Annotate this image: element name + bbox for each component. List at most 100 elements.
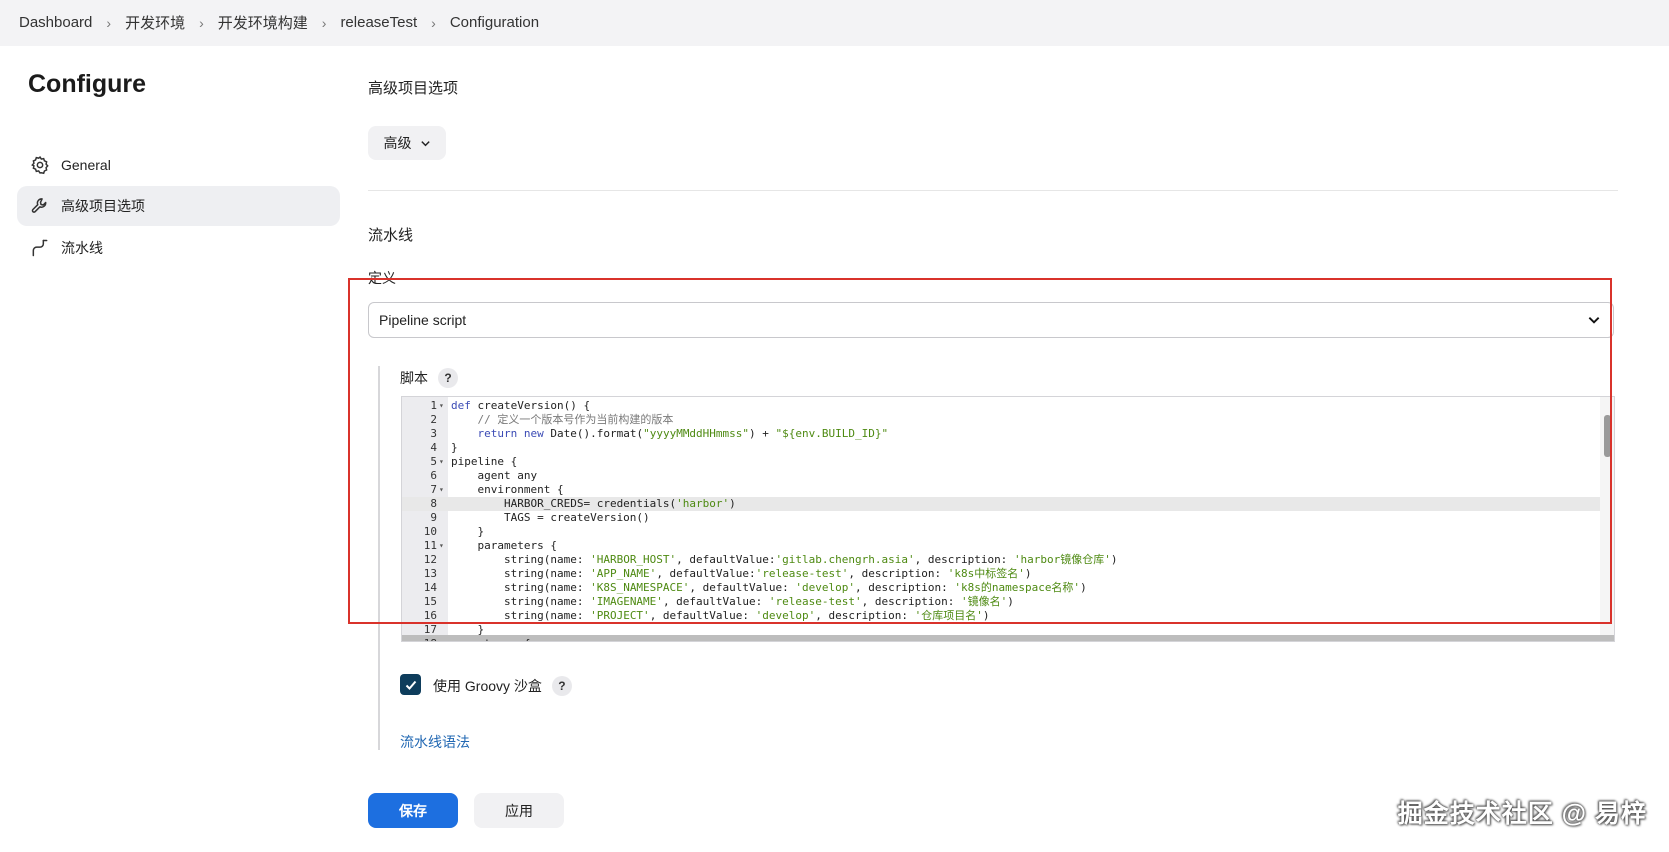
fold-toggle-icon[interactable]: ▾ <box>439 483 444 497</box>
line-number: 11 <box>423 539 437 552</box>
code-line[interactable]: 7 ▾ environment { <box>402 483 1600 497</box>
code-token: 'harbor镜像仓库' <box>1013 553 1111 566</box>
code-token: , defaultValue: <box>676 553 776 566</box>
code-token: 'harbor' <box>676 497 730 510</box>
code-line[interactable]: 6 agent any <box>402 469 1600 483</box>
section-indent-line <box>378 366 380 750</box>
section-divider <box>368 190 1618 191</box>
code-token: 'k8s中标签名' <box>947 567 1025 580</box>
code-token: 'k8s的namespace名称' <box>954 581 1081 594</box>
code-text: HARBOR_CREDS= credentials('harbor') <box>451 497 736 511</box>
code-token: string(name: <box>451 567 591 580</box>
script-editor[interactable]: 1 ▾ def createVersion() {2 // 定义一个版本号作为当前构… <box>401 396 1615 642</box>
code-token: 'HARBOR_HOST' <box>590 553 677 566</box>
help-icon[interactable]: ? <box>551 676 572 696</box>
code-token: TAGS = createVersion() <box>451 511 650 524</box>
line-number: 9 <box>430 511 437 524</box>
fold-toggle-icon[interactable]: ▾ <box>439 455 444 469</box>
breadcrumb: Dashboard › 开发环境 › 开发环境构建 › releaseTest … <box>19 12 539 33</box>
code-token: parameters { <box>451 539 557 552</box>
code-line[interactable]: 1 ▾ def createVersion() { <box>402 399 1600 413</box>
code-line[interactable]: 9 TAGS = createVersion() <box>402 511 1600 525</box>
code-token: environment { <box>451 483 564 496</box>
code-token: , description: <box>815 609 915 622</box>
pipeline-syntax-link[interactable]: 流水线语法 <box>400 732 470 752</box>
code-token: HARBOR_CREDS= credentials( <box>451 497 677 510</box>
sidebar-item-pipeline[interactable]: 流水线 <box>17 228 340 268</box>
script-label-row: 脚本 ? <box>400 368 458 388</box>
code-text: string(name: 'HARBOR_HOST', defaultValue… <box>451 553 1118 567</box>
code-token: 'develop' <box>795 581 855 594</box>
definition-select[interactable]: Pipeline script <box>368 302 1614 338</box>
code-line[interactable]: 17 } <box>402 623 1600 637</box>
code-line[interactable]: 18▾ stages { <box>402 637 1600 641</box>
code-token: , description: <box>855 581 955 594</box>
code-token: , defaultValue: <box>689 581 796 594</box>
code-token: , description: <box>861 595 961 608</box>
code-token: 'PROJECT' <box>590 609 650 622</box>
breadcrumb-dev-env[interactable]: 开发环境 <box>125 12 185 33</box>
chevron-down-icon <box>1587 313 1601 330</box>
breadcrumb-configuration[interactable]: Configuration <box>450 14 539 31</box>
code-line[interactable]: 14 string(name: 'K8S_NAMESPACE', default… <box>402 581 1600 595</box>
code-line[interactable]: 8 HARBOR_CREDS= credentials('harbor') <box>402 497 1600 511</box>
line-number: 15 <box>423 595 437 608</box>
line-number: 6 <box>430 469 437 482</box>
scrollbar-thumb[interactable] <box>1604 415 1611 457</box>
code-line[interactable]: 11 ▾ parameters { <box>402 539 1600 553</box>
code-token: ) + <box>749 427 776 440</box>
chevron-right-icon: › <box>321 14 327 31</box>
line-number: 4 <box>430 441 437 454</box>
code-token: ) <box>982 609 990 622</box>
checkmark-icon <box>405 680 416 690</box>
help-icon[interactable]: ? <box>438 368 458 388</box>
apply-button[interactable]: 应用 <box>474 793 564 828</box>
chevron-right-icon: › <box>431 14 436 31</box>
line-number: 14 <box>423 581 437 594</box>
code-line[interactable]: 3 return new Date().format("yyyyMMddHHmm… <box>402 427 1600 441</box>
chevron-down-icon <box>420 138 431 149</box>
save-button[interactable]: 保存 <box>368 793 458 828</box>
editor-scrollbar[interactable] <box>1600 397 1614 641</box>
code-token: string(name: <box>451 553 591 566</box>
code-line[interactable]: 5 ▾ pipeline { <box>402 455 1600 469</box>
code-text: return new Date().format("yyyyMMddHHmmss… <box>451 427 889 441</box>
watermark: 掘金技术社区 @ 易梓 <box>1397 800 1647 828</box>
code-token: ) <box>1080 581 1087 594</box>
code-text: string(name: 'APP_NAME', defaultValue:'r… <box>451 567 1032 581</box>
sidebar-item-advanced[interactable]: 高级项目选项 <box>17 186 340 226</box>
breadcrumb-dashboard[interactable]: Dashboard <box>19 14 92 31</box>
code-token: string(name: <box>451 609 591 622</box>
breadcrumb-job[interactable]: releaseTest <box>340 14 417 31</box>
line-number: 17 <box>423 623 437 636</box>
advanced-dropdown-button[interactable]: 高级 <box>368 126 446 160</box>
code-text: environment { <box>451 483 564 497</box>
line-number: 13 <box>423 567 437 580</box>
fold-toggle-icon[interactable]: ▾ <box>439 399 444 413</box>
code-text: def createVersion() { <box>451 399 590 413</box>
code-line[interactable]: 16 string(name: 'PROJECT', defaultValue:… <box>402 609 1600 623</box>
code-line[interactable]: 12 string(name: 'HARBOR_HOST', defaultVa… <box>402 553 1600 567</box>
fold-toggle-icon[interactable]: ▾ <box>439 539 444 553</box>
sidebar-item-label: 流水线 <box>61 240 103 256</box>
code-token: "yyyyMMddHHmmss" <box>643 427 750 440</box>
code-token: string(name: <box>451 595 591 608</box>
code-line[interactable]: 13 string(name: 'APP_NAME', defaultValue… <box>402 567 1600 581</box>
groovy-sandbox-checkbox[interactable] <box>400 674 421 695</box>
code-token: pipeline { <box>451 455 518 468</box>
code-line[interactable]: 2 // 定义一个版本号作为当前构建的版本 <box>402 413 1600 427</box>
fold-toggle-icon[interactable]: ▾ <box>439 637 444 641</box>
code-token: } <box>451 623 485 636</box>
code-text: string(name: 'PROJECT', defaultValue: 'd… <box>451 609 990 623</box>
gear-icon <box>29 154 51 176</box>
line-number: 1 <box>430 399 437 412</box>
code-token: , description: <box>848 567 948 580</box>
code-line[interactable]: 4} <box>402 441 1600 455</box>
breadcrumb-dev-build[interactable]: 开发环境构建 <box>218 12 308 33</box>
code-line[interactable]: 10 } <box>402 525 1600 539</box>
sidebar-item-general[interactable]: General <box>17 145 340 185</box>
code-line[interactable]: 15 string(name: 'IMAGENAME', defaultValu… <box>402 595 1600 609</box>
code-token: 'IMAGENAME' <box>590 595 663 608</box>
line-number: 5 <box>430 455 437 468</box>
